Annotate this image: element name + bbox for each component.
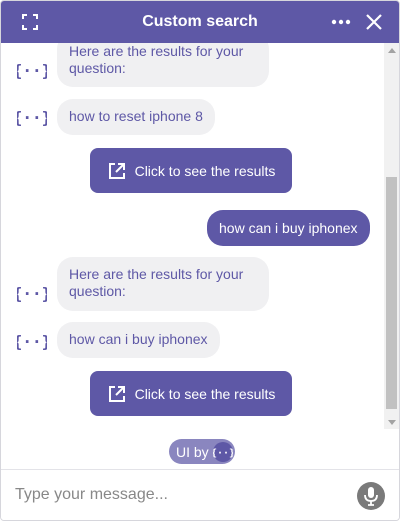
see-results-label: Click to see the results	[134, 385, 276, 402]
see-results-button[interactable]: Click to see the results	[90, 371, 292, 416]
scroll-down-arrow-icon[interactable]	[384, 415, 399, 429]
scrollbar-thumb[interactable]	[386, 177, 397, 409]
bot-avatar-icon: {··}	[17, 103, 47, 133]
user-message-bubble: how can i buy iphonex	[207, 210, 370, 246]
svg-text:{··}: {··}	[17, 108, 47, 127]
svg-text:{··}: {··}	[17, 61, 47, 80]
bot-message-text: how can i buy iphonex	[69, 331, 208, 347]
bot-message-bubble: how to reset iphone 8	[57, 99, 215, 135]
more-dots-icon	[331, 19, 351, 25]
brand-logo-icon: {··}	[212, 441, 233, 462]
scroll-up-arrow-icon[interactable]	[384, 43, 399, 57]
bot-avatar-icon: {··}	[17, 327, 47, 357]
bot-avatar-icon: {··}	[17, 279, 47, 309]
ui-by-badge[interactable]: UI by {··}	[169, 439, 235, 464]
message-list-scrollbar[interactable]	[384, 43, 399, 429]
close-button[interactable]	[363, 11, 385, 33]
user-message-text: how can i buy iphonex	[219, 220, 358, 236]
ui-by-label: UI by	[176, 443, 209, 460]
see-results-button[interactable]: Click to see the results	[90, 148, 292, 193]
see-results-label: Click to see the results	[134, 162, 276, 179]
message-input[interactable]	[15, 483, 335, 507]
bot-message-text: Here are the results for your question:	[69, 43, 244, 76]
chat-header: Custom search	[1, 1, 399, 43]
more-options-button[interactable]	[330, 11, 352, 33]
external-link-icon	[107, 161, 127, 181]
bot-message-bubble: how can i buy iphonex	[57, 322, 220, 358]
message-list[interactable]: {··} Here are the results for your quest…	[1, 43, 384, 429]
bot-message-text: how to reset iphone 8	[69, 108, 203, 124]
bot-message-bubble: Here are the results for your question:	[57, 257, 269, 311]
svg-text:{··}: {··}	[17, 284, 47, 303]
svg-text:{··}: {··}	[213, 448, 233, 459]
bot-message-bubble: Here are the results for your question:	[57, 43, 269, 87]
chat-window: Custom search {··} Here are the results …	[0, 0, 400, 521]
composer-bar	[1, 469, 399, 520]
bot-avatar-icon: {··}	[17, 56, 47, 86]
close-icon	[366, 14, 382, 30]
svg-text:{··}: {··}	[17, 332, 47, 351]
microphone-icon	[364, 487, 378, 506]
external-link-icon	[107, 384, 127, 404]
bot-message-text: Here are the results for your question:	[69, 266, 244, 299]
microphone-button[interactable]	[357, 482, 385, 510]
